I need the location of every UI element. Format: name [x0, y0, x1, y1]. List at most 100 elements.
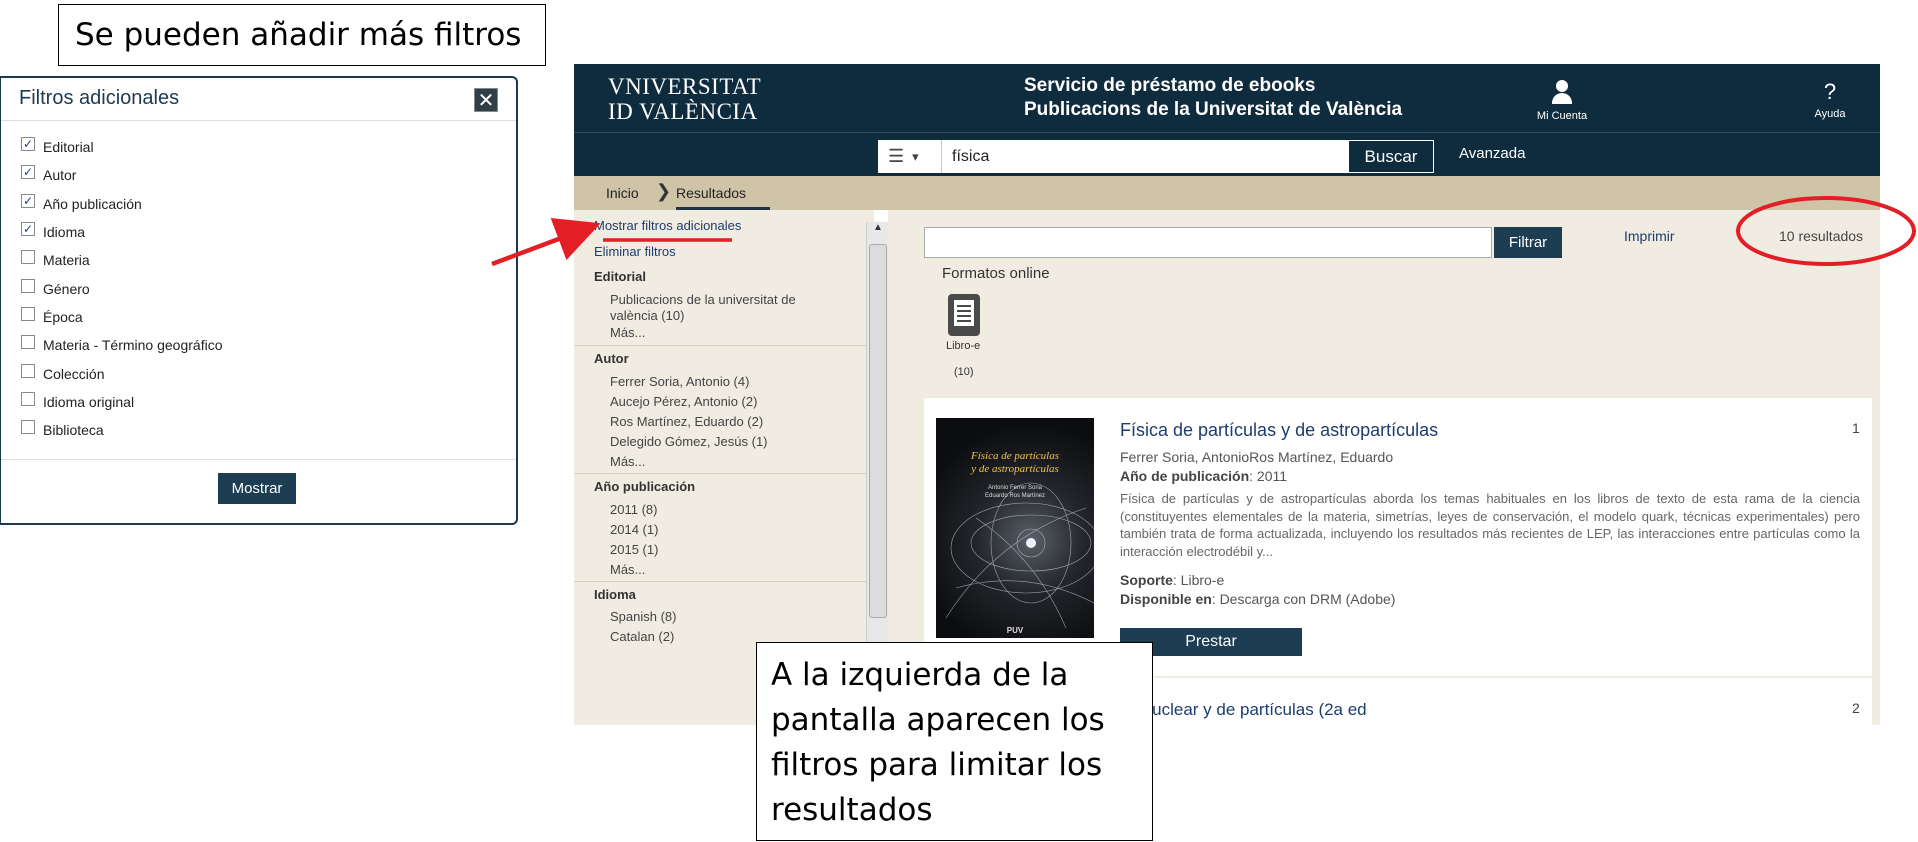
callout-line: pantalla aparecen los [771, 702, 1105, 738]
year-label: Año de publicación [1120, 468, 1250, 484]
show-button[interactable]: Mostrar [218, 473, 296, 504]
my-account-label: Mi Cuenta [1536, 110, 1588, 122]
checkbox[interactable] [21, 306, 35, 321]
filter-option-label: Idioma original [43, 393, 135, 410]
search-type-menu[interactable]: ☰ ▾ [878, 140, 942, 173]
filter-option[interactable]: Delegido Gómez, Jesús (1) [610, 434, 830, 450]
filter-option[interactable]: Spanish (8) [610, 609, 830, 625]
help-button[interactable]: ? Ayuda [1810, 79, 1850, 121]
checkbox[interactable]: ✓ [21, 222, 35, 237]
filter-checkbox-row[interactable]: Época [21, 303, 222, 331]
filter-more-link[interactable]: Más... [610, 325, 830, 341]
callout-line: resultados [771, 792, 933, 828]
scrollbar-thumb[interactable] [869, 244, 887, 618]
filter-input[interactable] [924, 227, 1492, 258]
chevron-right-icon: ❯ [656, 181, 672, 202]
filter-button[interactable]: Filtrar [1494, 227, 1562, 258]
university-logo[interactable]: VNIVERSITAT ID VALÈNCIA [608, 74, 761, 124]
available-label: Disponible en [1120, 591, 1212, 607]
show-more-filters-link[interactable]: Mostrar filtros adicionales [594, 218, 741, 233]
filter-option-label: Época [43, 308, 83, 325]
checkbox[interactable] [21, 420, 35, 435]
filter-option[interactable]: 2014 (1) [610, 522, 830, 538]
filter-checkbox-row[interactable]: Idioma original [21, 388, 222, 416]
filter-checkbox-row[interactable]: Materia - Término geográfico [21, 331, 222, 359]
format-label[interactable]: Libro-e [946, 340, 980, 352]
format-count: (10) [954, 366, 974, 378]
checkbox[interactable] [21, 250, 35, 265]
service-title-line-1: Servicio de préstamo de ebooks [1024, 75, 1316, 96]
checkbox[interactable]: ✓ [21, 165, 35, 180]
screen: VNIVERSITAT ID VALÈNCIA Servicio de prés… [0, 0, 1918, 842]
result-description: Física de partículas y de astropartícula… [1120, 491, 1860, 559]
help-icon: ? [1823, 79, 1837, 104]
filter-checkbox-row[interactable]: Materia [21, 246, 222, 274]
filter-checkbox-row[interactable]: Biblioteca [21, 416, 222, 444]
cover-title: Física de partículas y de astropartícula… [936, 450, 1094, 476]
results-count: 10 resultados [1779, 228, 1864, 244]
filter-more-link[interactable]: Más... [610, 562, 830, 578]
search-button[interactable]: Buscar [1348, 140, 1434, 173]
cover-title-line-2: y de astropartículas [971, 463, 1059, 475]
close-icon[interactable]: ✕ [474, 88, 498, 112]
advanced-search-link[interactable]: Avanzada [1459, 145, 1525, 162]
result-number: 1 [1852, 420, 1860, 436]
filter-checkbox-row[interactable]: Género [21, 274, 222, 302]
book-cover[interactable]: Física de partículas y de astropartícula… [936, 418, 1094, 638]
my-account-button[interactable]: Mi Cuenta [1526, 80, 1598, 122]
checkbox[interactable] [21, 278, 35, 293]
filter-more-link[interactable]: Más... [610, 454, 830, 470]
result-year: Año de publicación: 2011 [1120, 468, 1287, 484]
cover-author-2: Eduardo Ros Martínez [984, 493, 1046, 499]
filter-checkbox-row[interactable]: Colección [21, 359, 222, 387]
ebook-icon[interactable] [948, 294, 980, 336]
dialog-title: Filtros adicionales [19, 87, 180, 109]
support-label: Soporte [1120, 572, 1173, 588]
checkbox[interactable] [21, 391, 35, 406]
search-input[interactable] [942, 140, 1348, 173]
filter-option-label: Biblioteca [43, 422, 104, 439]
scroll-up-icon[interactable]: ▲ [873, 222, 883, 233]
filter-option-label: Editorial [43, 139, 94, 156]
checkbox[interactable] [21, 335, 35, 350]
divider [574, 345, 866, 346]
filter-checkbox-row[interactable]: ✓ Editorial [21, 133, 222, 161]
support-value: : Libro-e [1172, 572, 1225, 588]
divider [1, 120, 516, 121]
callout-line: A la izquierda de la [771, 657, 1069, 693]
user-icon [1550, 80, 1574, 106]
remove-filters-link[interactable]: Eliminar filtros [594, 244, 676, 259]
breadcrumb-home[interactable]: Inicio [606, 185, 639, 201]
filter-option[interactable]: 2015 (1) [610, 542, 830, 558]
print-link[interactable]: Imprimir [1624, 228, 1675, 244]
result-title[interactable]: Física de partículas y de astropartícula… [1120, 420, 1438, 441]
year-value: : 2011 [1249, 468, 1288, 484]
result-item: Física de partículas y de astropartícula… [924, 398, 1872, 676]
search-bar: ☰ ▾ Buscar Avanzada [574, 132, 1880, 176]
result-title[interactable]: ca nuclear y de partículas (2a ed [1120, 700, 1367, 720]
filter-group-title-editorial: Editorial [594, 269, 647, 284]
breadcrumb-results[interactable]: Resultados [676, 185, 746, 201]
filter-group-title-autor: Autor [594, 351, 629, 366]
help-label: Ayuda [1814, 108, 1846, 120]
filter-option[interactable]: Publicacions de la universitat de valènc… [610, 292, 810, 324]
filter-option[interactable]: 2011 (8) [610, 502, 830, 518]
checkbox[interactable]: ✓ [21, 137, 35, 152]
cover-authors: Antonio Ferrer Soria Eduardo Ros Martíne… [936, 484, 1094, 500]
service-title-line-2: Publicacions de la Universitat de Valènc… [1024, 99, 1403, 120]
filter-option[interactable]: Aucejo Pérez, Antonio (2) [610, 394, 830, 410]
filter-options-list: ✓ Editorial ✓ Autor ✓ Año publicación ✓ Idio… [21, 133, 222, 444]
formats-label: Formatos online [942, 265, 1050, 282]
filter-option[interactable]: Ros Martínez, Eduardo (2) [610, 414, 830, 430]
additional-filters-dialog: Filtros adicionales ✕ ✓ Editorial ✓ Autor … [0, 76, 518, 525]
filter-checkbox-row[interactable]: ✓ Autor [21, 161, 222, 189]
available-value: : Descarga con DRM (Adobe) [1211, 591, 1396, 607]
filter-option[interactable]: Ferrer Soria, Antonio (4) [610, 374, 830, 390]
divider [574, 581, 866, 582]
checkbox[interactable] [21, 363, 35, 378]
filter-checkbox-row[interactable]: ✓ Idioma [21, 218, 222, 246]
checkbox[interactable]: ✓ [21, 193, 35, 208]
filter-checkbox-row[interactable]: ✓ Año publicación [21, 190, 222, 218]
filter-option-label: Materia - Término geográfico [43, 337, 223, 354]
divider [574, 473, 866, 474]
